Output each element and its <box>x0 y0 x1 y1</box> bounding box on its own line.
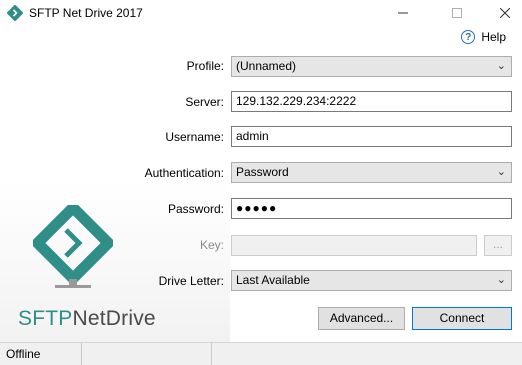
authentication-value: Password <box>236 165 289 179</box>
minimize-button[interactable] <box>386 0 420 26</box>
drive-letter-value: Last Available <box>236 273 310 287</box>
brand-part-netdrive: NetDrive <box>72 307 156 330</box>
chevron-down-icon: ⌄ <box>496 60 506 72</box>
advanced-button[interactable]: Advanced... <box>318 307 405 330</box>
profile-value: (Unnamed) <box>236 59 297 73</box>
help-link[interactable]: ? Help <box>461 30 506 44</box>
username-input[interactable]: admin <box>231 126 512 147</box>
profile-label: Profile: <box>186 59 224 73</box>
brand-wordmark: SFTPNetDrive <box>18 307 156 331</box>
chevron-down-icon: ⌄ <box>496 274 506 286</box>
close-icon <box>500 8 510 18</box>
key-input <box>231 235 477 256</box>
drive-letter-label: Drive Letter: <box>158 274 224 288</box>
connection-status: Offline <box>0 343 82 365</box>
password-label: Password: <box>167 202 224 216</box>
status-cell-empty <box>82 343 212 365</box>
connection-status-text: Offline <box>6 347 41 361</box>
title-bar: SFTP Net Drive 2017 <box>0 0 522 26</box>
password-input[interactable]: ●●●●● <box>231 198 512 219</box>
server-input[interactable]: 129.132.229.234:2222 <box>231 91 512 112</box>
authentication-select[interactable]: Password ⌄ <box>231 162 512 183</box>
close-button[interactable] <box>488 0 522 26</box>
help-icon: ? <box>461 30 476 44</box>
authentication-label: Authentication: <box>144 166 224 180</box>
app-window: SFTP Net Drive 2017 ? Help SFTPNetDrive … <box>0 0 522 365</box>
connect-button[interactable]: Connect <box>412 307 512 330</box>
profile-select[interactable]: (Unnamed) ⌄ <box>231 56 512 77</box>
key-browse-button: ... <box>484 235 512 256</box>
server-label: Server: <box>185 95 224 109</box>
sftp-logo-icon <box>33 205 113 288</box>
minimize-icon <box>398 12 408 14</box>
key-label: Key: <box>199 238 224 252</box>
server-value: 129.132.229.234:2222 <box>236 94 357 108</box>
username-value: admin <box>236 129 269 143</box>
maximize-icon <box>452 8 462 18</box>
window-title: SFTP Net Drive 2017 <box>29 6 143 20</box>
brand-part-sftp: SFTP <box>18 307 73 330</box>
sftp-app-icon <box>7 5 23 21</box>
chevron-down-icon: ⌄ <box>496 166 506 178</box>
status-bar: Offline <box>0 342 522 365</box>
password-value: ●●●●● <box>236 201 278 215</box>
maximize-button[interactable] <box>440 0 474 26</box>
drive-letter-select[interactable]: Last Available ⌄ <box>231 270 512 291</box>
username-label: Username: <box>165 130 224 144</box>
help-label: Help <box>481 30 506 44</box>
